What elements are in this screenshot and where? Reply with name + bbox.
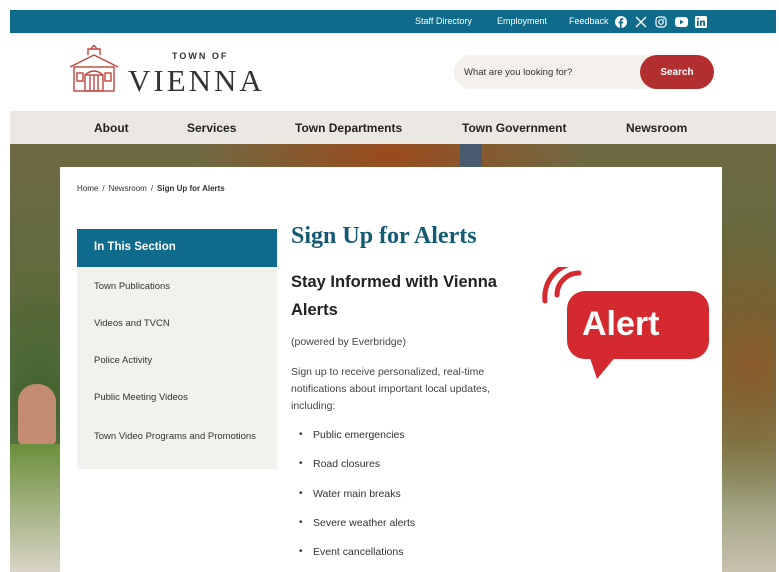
instagram-icon[interactable] [654,14,668,29]
sidebar-item-police-activity[interactable]: Police Activity [94,353,264,368]
nav-town-departments[interactable]: Town Departments [295,121,402,135]
nav-services[interactable]: Services [187,121,236,135]
logo-vienna: VIENNA [128,63,265,98]
search-button[interactable]: Search [640,55,714,89]
sidebar-item-videos-tvcn[interactable]: Videos and TVCN [94,316,264,331]
nav-about[interactable]: About [94,121,129,135]
sidebar-header: In This Section [77,229,277,267]
breadcrumb: Home / Newsroom / Sign Up for Alerts [77,184,225,193]
sidebar-item-public-meeting-videos[interactable]: Public Meeting Videos [94,390,264,405]
alert-graphic-text: Alert [582,305,660,343]
background-person [18,384,56,444]
staff-directory-link[interactable]: Staff Directory [415,16,472,26]
linkedin-icon[interactable] [694,14,708,29]
nav-town-government[interactable]: Town Government [462,121,566,135]
employment-link[interactable]: Employment [497,16,547,26]
alert-graphic: Alert [537,260,717,387]
list-item: Water main breaks [299,488,415,517]
breadcrumb-separator: / [102,184,105,193]
list-item: Road closures [299,458,415,487]
breadcrumb-newsroom[interactable]: Newsroom [109,184,147,193]
sidebar-item-town-video-programs[interactable]: Town Video Programs and Promotions [94,429,264,444]
list-item: Severe weather alerts [299,517,415,546]
search-input[interactable] [464,55,634,89]
section-subtitle: Stay Informed with Vienna Alerts [291,273,497,319]
utility-bar: Staff Directory Employment Feedback [10,10,776,33]
nav-newsroom[interactable]: Newsroom [626,121,687,135]
content-card: Home / Newsroom / Sign Up for Alerts In This… [60,167,722,572]
breadcrumb-home[interactable]: Home [77,184,98,193]
town-logo[interactable]: TOWN OF VIENNA [68,45,278,98]
x-icon[interactable] [634,14,648,29]
facebook-icon[interactable] [614,14,628,29]
sidebar-item-town-publications[interactable]: Town Publications [94,279,264,294]
list-item: Public emergencies [299,429,415,458]
list-item: Event cancellations [299,546,415,572]
town-hall-icon [69,45,119,92]
intro-text: Sign up to receive personalized, real-ti… [291,366,491,412]
section-sidebar: In This Section Town Publications Videos… [77,229,277,469]
alert-topics-list: Public emergencies Road closures Water m… [299,429,415,572]
feedback-link[interactable]: Feedback [569,16,609,26]
search-bar: Search [454,55,714,89]
youtube-icon[interactable] [674,14,688,29]
page-title: Sign Up for Alerts [291,223,477,249]
powered-by-text: (powered by Everbridge) [291,336,406,348]
breadcrumb-current: Sign Up for Alerts [157,184,225,193]
main-nav: About Services Town Departments Town Gov… [10,111,776,144]
site-header: TOWN OF VIENNA Search [10,33,776,111]
breadcrumb-separator: / [150,184,154,193]
logo-town-of: TOWN OF [172,51,229,61]
